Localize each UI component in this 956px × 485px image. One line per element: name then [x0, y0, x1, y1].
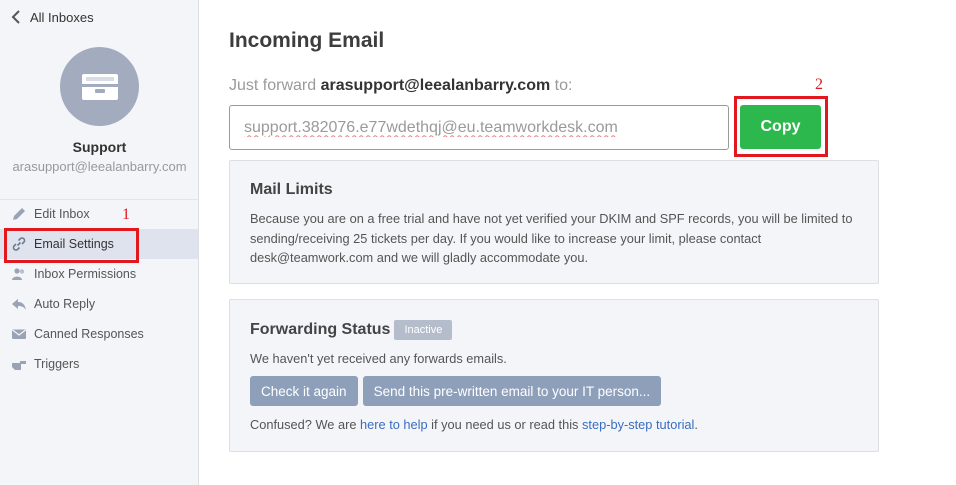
sidebar-item-label: Triggers: [34, 357, 80, 371]
envelope-icon: [10, 326, 28, 342]
forwarding-status-message: We haven't yet received any forwards ema…: [250, 351, 507, 366]
tutorial-link[interactable]: step-by-step tutorial: [582, 417, 694, 432]
inbox-settings-nav: Edit Inbox Email Settings Inbox Permissi…: [0, 199, 198, 379]
forwarding-status-panel: Forwarding Status Inactive We haven't ye…: [229, 299, 879, 452]
check-again-button[interactable]: Check it again: [250, 376, 358, 406]
annotation-number-2: 2: [815, 76, 823, 93]
forwarding-address-field[interactable]: [229, 105, 729, 150]
chevron-left-icon: [11, 10, 20, 24]
help-middle: if you need us or read this: [427, 417, 582, 432]
annotation-number-1: 1: [122, 206, 130, 223]
mail-limits-text: Because you are on a free trial and have…: [250, 211, 853, 265]
forward-source-email: arasupport@leealanbarry.com: [320, 77, 551, 94]
copy-button[interactable]: Copy: [740, 105, 821, 149]
back-label: All Inboxes: [30, 9, 94, 25]
sidebar-item-label: Auto Reply: [34, 297, 96, 311]
forward-suffix: to:: [550, 77, 573, 94]
help-text: Confused? We are here to help if you nee…: [250, 417, 858, 432]
back-to-all-inboxes-link[interactable]: All Inboxes: [8, 8, 94, 26]
sidebar-item-label: Inbox Permissions: [34, 267, 137, 281]
pencil-icon: [10, 206, 28, 222]
inbox-name: Support: [72, 139, 127, 155]
inbox-tray-icon: [81, 73, 118, 100]
mail-limits-panel: Mail Limits Because you are on a free tr…: [229, 160, 879, 284]
status-badge: Inactive: [394, 320, 453, 340]
sidebar-item-triggers[interactable]: Triggers: [0, 349, 198, 379]
sidebar-item-edit-inbox[interactable]: Edit Inbox: [0, 199, 198, 229]
inbox-email: arasupport@leealanbarry.com: [12, 159, 187, 174]
reply-icon: [10, 296, 28, 312]
help-prefix: Confused? We are: [250, 417, 361, 432]
forward-instruction: Just forward arasupport@leealanbarry.com…: [229, 77, 572, 95]
page-title: Incoming Email: [229, 29, 385, 52]
send-prewritten-email-button[interactable]: Send this pre-written email to your IT p…: [362, 376, 662, 406]
forward-prefix: Just forward: [229, 77, 321, 94]
annotation-box-1: [4, 228, 139, 263]
sidebar-item-canned-responses[interactable]: Canned Responses: [0, 319, 198, 349]
forwarding-actions: Check it again Send this pre-written ema…: [250, 376, 858, 406]
pointer-icon: [10, 356, 28, 372]
sidebar-item-label: Edit Inbox: [34, 207, 90, 221]
sidebar-item-inbox-permissions[interactable]: Inbox Permissions: [0, 259, 198, 289]
here-to-help-link[interactable]: here to help: [360, 417, 428, 432]
sidebar-item-auto-reply[interactable]: Auto Reply: [0, 289, 198, 319]
forwarding-status-heading: Forwarding Status: [250, 321, 391, 338]
forwarding-status-header: Forwarding Status Inactive: [250, 320, 858, 340]
users-icon: [10, 266, 28, 282]
sidebar-item-label: Canned Responses: [34, 327, 144, 341]
mail-limits-heading: Mail Limits: [250, 181, 333, 198]
help-suffix: .: [694, 417, 698, 432]
inbox-avatar: [60, 47, 139, 126]
